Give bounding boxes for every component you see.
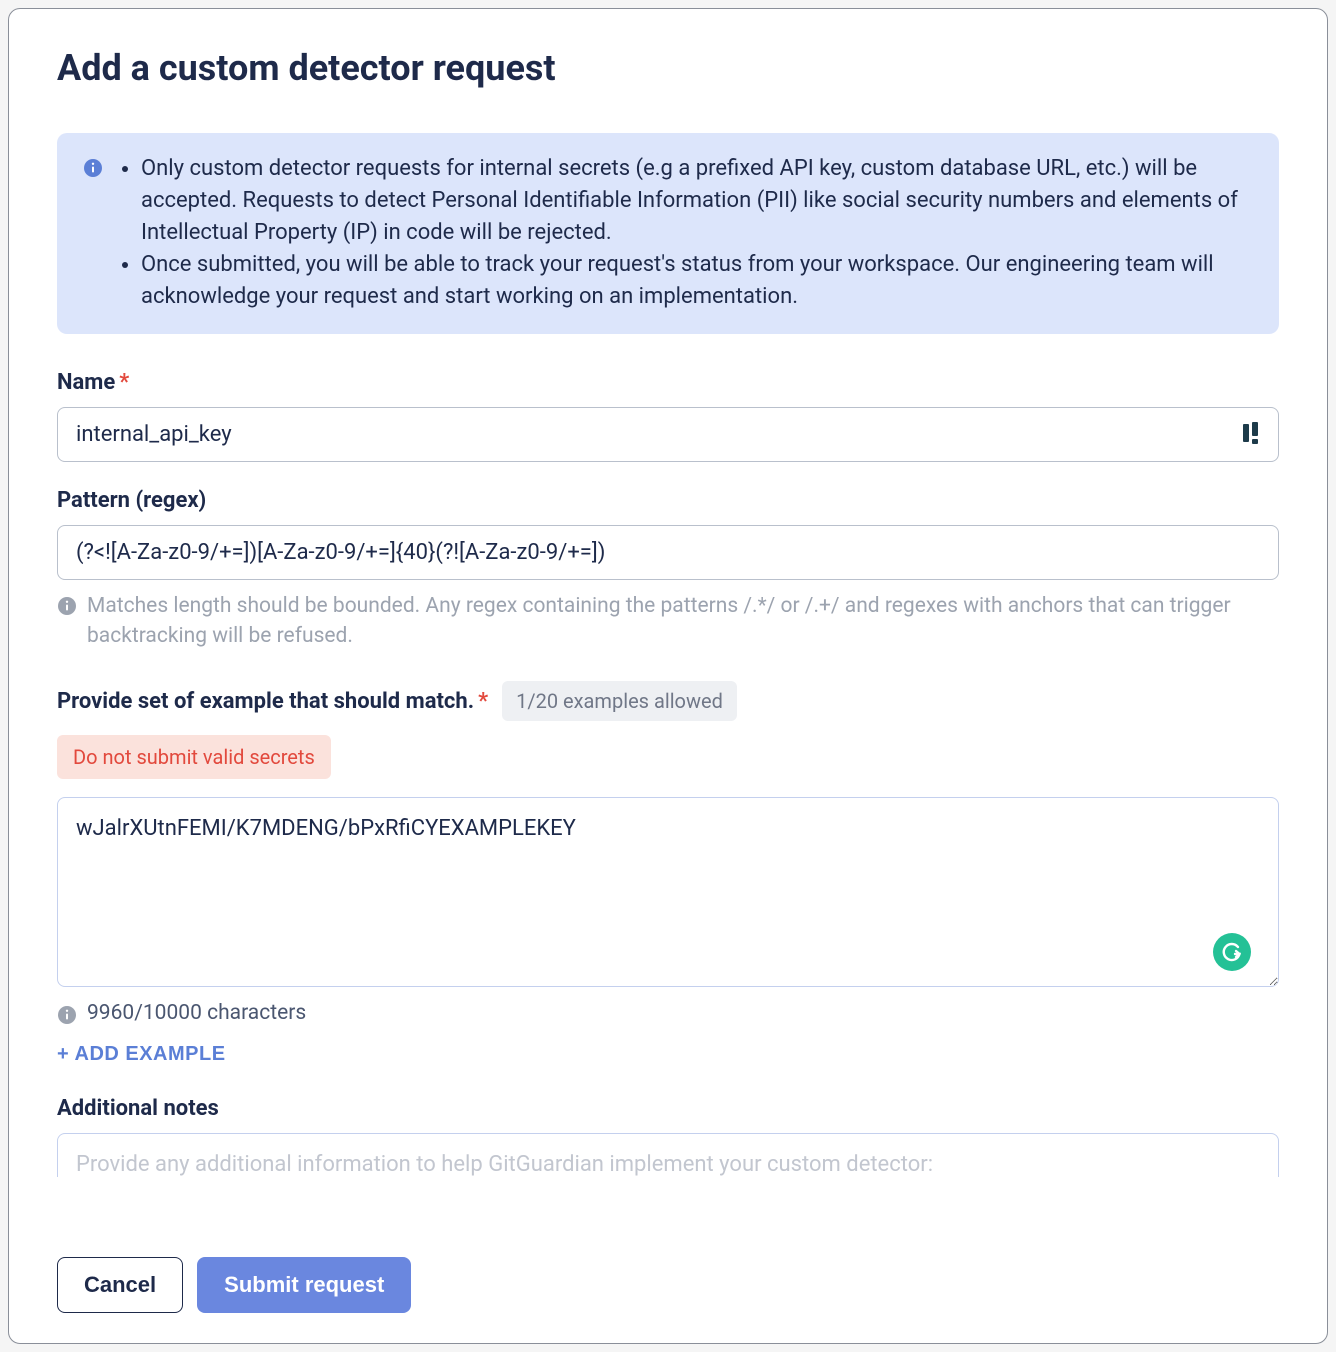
password-manager-icon[interactable] [1243, 422, 1263, 448]
example-textarea[interactable] [57, 797, 1279, 987]
pattern-hint: Matches length should be bounded. Any re… [87, 592, 1279, 651]
required-asterisk: * [119, 370, 129, 395]
char-count: 9960/10000 characters [87, 1001, 306, 1025]
grammarly-icon[interactable] [1213, 933, 1251, 971]
examples-label: Provide set of example that should match… [57, 689, 488, 714]
pattern-label: Pattern (regex) [57, 488, 1279, 513]
examples-header: Provide set of example that should match… [57, 681, 1279, 721]
name-label-text: Name [57, 370, 115, 395]
custom-detector-modal: Add a custom detector request Only custo… [8, 8, 1328, 1344]
notes-label: Additional notes [57, 1096, 1279, 1121]
info-bullet-1: Only custom detector requests for intern… [141, 153, 1253, 249]
modal-footer: Cancel Submit request [57, 1247, 1279, 1313]
info-icon [83, 158, 103, 178]
examples-label-text: Provide set of example that should match… [57, 689, 474, 714]
info-icon [57, 1005, 77, 1025]
add-example-button[interactable]: + ADD EXAMPLE [57, 1043, 226, 1066]
example-textarea-wrap [57, 797, 1279, 991]
cancel-button[interactable]: Cancel [57, 1257, 183, 1313]
char-count-row: 9960/10000 characters [57, 1001, 1279, 1025]
name-input[interactable] [57, 407, 1279, 462]
modal-body: Only custom detector requests for intern… [57, 133, 1279, 1313]
info-icon [57, 596, 77, 616]
name-input-wrap [57, 407, 1279, 462]
notes-section: Additional notes Provide any additional … [57, 1096, 1279, 1177]
info-content: Only custom detector requests for intern… [115, 153, 1253, 312]
pattern-input-wrap [57, 525, 1279, 580]
required-asterisk: * [478, 689, 488, 714]
submit-button[interactable]: Submit request [197, 1257, 411, 1313]
pattern-input[interactable] [57, 525, 1279, 580]
modal-title: Add a custom detector request [57, 47, 1279, 89]
warning-badge: Do not submit valid secrets [57, 735, 331, 779]
pattern-hint-row: Matches length should be bounded. Any re… [57, 592, 1279, 651]
info-box: Only custom detector requests for intern… [57, 133, 1279, 334]
info-bullet-2: Once submitted, you will be able to trac… [141, 249, 1253, 313]
name-label: Name* [57, 370, 1279, 395]
notes-input[interactable]: Provide any additional information to he… [57, 1133, 1279, 1177]
examples-count-badge: 1/20 examples allowed [502, 681, 737, 721]
